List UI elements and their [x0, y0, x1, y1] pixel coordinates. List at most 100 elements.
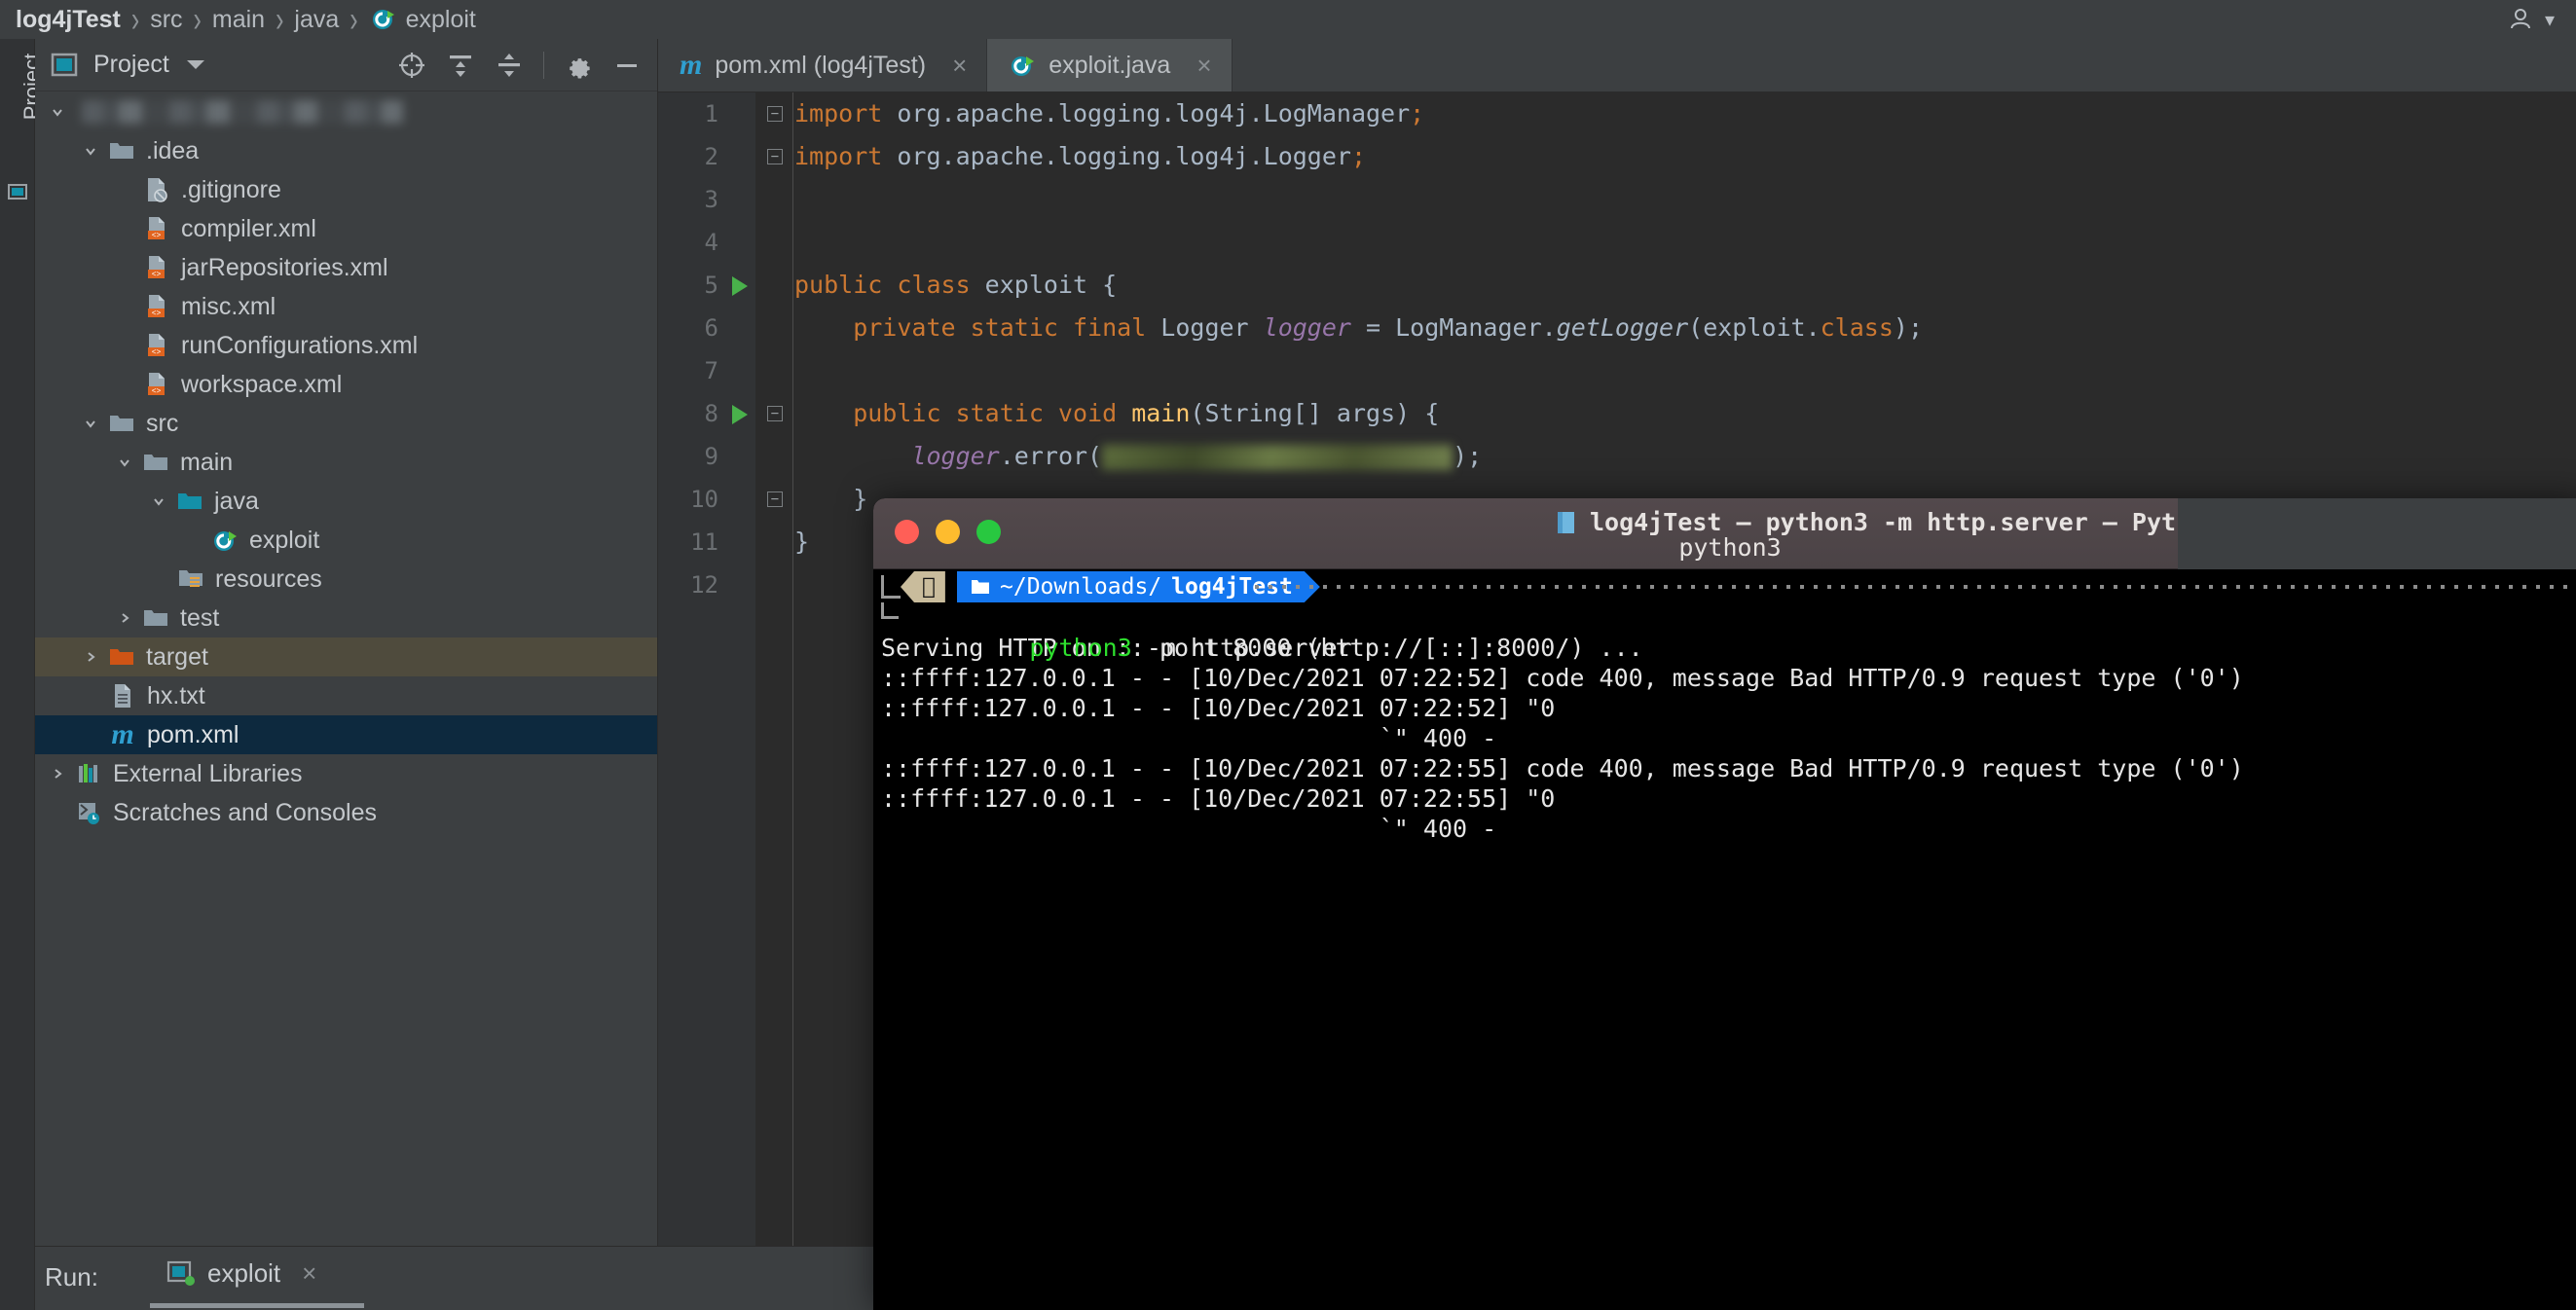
- close-icon[interactable]: ×: [302, 1258, 316, 1289]
- xml-file-icon: <>: [142, 216, 171, 241]
- svg-text:<>: <>: [152, 271, 162, 279]
- terminal-output-line: ::ffff:127.0.0.1 - - [10/Dec/2021 07:22:…: [881, 784, 1556, 813]
- tree-row-misc-xml[interactable]: <> misc.xml: [35, 287, 657, 326]
- account-icon[interactable]: [2510, 7, 2539, 32]
- code-text: import org.apache.logging.log4j.Logger;: [794, 135, 1366, 178]
- tree-row-jarrepositories-xml[interactable]: <> jarRepositories.xml: [35, 248, 657, 287]
- tree-row-hx-txt[interactable]: hx.txt: [35, 676, 657, 715]
- tree-row-main[interactable]: main: [35, 443, 657, 482]
- terminal-window[interactable]: log4jTest — python3 -m http.server — Pyt…: [873, 498, 2576, 1310]
- twisty-collapsed-icon[interactable]: [74, 649, 107, 665]
- java-class-icon: [372, 10, 394, 29]
- breadcrumb-log4jtest[interactable]: log4jTest: [16, 6, 121, 34]
- tree-label: java: [214, 487, 259, 515]
- excluded-folder-icon: [107, 646, 136, 668]
- run-configuration-icon: [166, 1260, 195, 1286]
- run-label: Run:: [45, 1262, 98, 1292]
- tree-row-src[interactable]: src: [35, 404, 657, 443]
- twisty-expanded-icon[interactable]: [74, 143, 107, 159]
- tree-row-root-redacted[interactable]: [35, 92, 657, 131]
- tree-row-workspace-xml[interactable]: <> workspace.xml: [35, 365, 657, 404]
- close-icon[interactable]: ×: [1196, 51, 1211, 81]
- code-token: (String[] args) {: [1190, 399, 1440, 427]
- tab-exploit-java[interactable]: exploit.java ×: [987, 39, 1233, 91]
- run-tab-exploit[interactable]: exploit ×: [166, 1258, 316, 1289]
- code-text: public static void main(String[] args) {: [794, 392, 1439, 435]
- fold-marker-icon[interactable]: −: [767, 106, 783, 122]
- breadcrumb-exploit[interactable]: exploit: [406, 6, 476, 34]
- tree-row-scratches-and-consoles[interactable]: Scratches and Consoles: [35, 793, 657, 832]
- terminal-output: Serving HTTP on :: port 8000 (http://[::…: [873, 633, 2576, 844]
- tab-pom-xml[interactable]: m pom.xml (log4jTest) ×: [658, 39, 988, 91]
- tree-label: External Libraries: [113, 759, 303, 787]
- project-view-icon: [51, 53, 78, 76]
- tree-row-external-libraries[interactable]: External Libraries: [35, 754, 657, 793]
- project-tree[interactable]: .idea .gitignore <> compiler.xml <> jarR…: [35, 92, 657, 1246]
- chevron-down-icon[interactable]: [186, 60, 204, 69]
- tab-label: pom.xml (log4jTest): [715, 51, 927, 79]
- folder-icon: [141, 452, 170, 473]
- maven-file-icon: m: [680, 49, 703, 81]
- tree-label: misc.xml: [181, 292, 276, 320]
- run-gutter-icon[interactable]: [732, 276, 748, 296]
- tree-label: src: [146, 409, 179, 437]
- tree-row-gitignore[interactable]: .gitignore: [35, 170, 657, 209]
- terminal-prompt-line:  ~/Downloads/log4jTest: [873, 571, 2576, 602]
- code-token: public static void: [794, 399, 1132, 427]
- title-bar-occluder: [2178, 498, 2576, 569]
- tree-row-java[interactable]: java: [35, 482, 657, 521]
- tree-label: jarRepositories.xml: [181, 253, 388, 281]
- tree-label: hx.txt: [147, 681, 205, 710]
- tree-label: target: [146, 642, 208, 671]
- gear-icon[interactable]: [564, 51, 593, 80]
- maven-file-icon: m: [111, 718, 134, 750]
- line-number: 8: [704, 400, 718, 427]
- twisty-expanded-icon[interactable]: [108, 455, 141, 470]
- terminal-body[interactable]:  ~/Downloads/log4jTest python3 -m http.…: [873, 569, 2576, 1310]
- close-icon[interactable]: ×: [952, 51, 967, 81]
- tree-row-target[interactable]: target: [35, 637, 657, 676]
- run-gutter-icon[interactable]: [732, 405, 748, 424]
- fold-marker-icon[interactable]: −: [767, 491, 783, 507]
- tree-row-compiler-xml[interactable]: <> compiler.xml: [35, 209, 657, 248]
- twisty-collapsed-icon[interactable]: [41, 766, 74, 782]
- terminal-title-bar[interactable]: log4jTest — python3 -m http.server — Pyt…: [873, 498, 2576, 569]
- terminal-output-line: ::ffff:127.0.0.1 - - [10/Dec/2021 07:22:…: [881, 754, 2244, 782]
- fold-marker-icon[interactable]: −: [767, 149, 783, 164]
- code-line: 1 − import org.apache.logging.log4j.LogMan…: [658, 92, 2576, 135]
- breadcrumb-main[interactable]: main: [212, 6, 265, 34]
- expand-all-icon[interactable]: [446, 51, 475, 80]
- line-number: 9: [704, 443, 718, 470]
- breadcrumb-bar: log4jTest › src › main › java › exploit …: [0, 0, 2576, 39]
- redacted-string-literal: [1102, 445, 1454, 470]
- tree-row-runconfigurations-xml[interactable]: <> runConfigurations.xml: [35, 326, 657, 365]
- tree-row-idea[interactable]: .idea: [35, 131, 657, 170]
- code-token: private static final: [794, 313, 1161, 342]
- fold-marker-icon[interactable]: −: [767, 406, 783, 421]
- code-token: org.apache.logging.log4j.Logger: [897, 142, 1351, 170]
- code-token: }: [794, 528, 810, 556]
- tree-row-test[interactable]: test: [35, 599, 657, 637]
- twisty-collapsed-icon[interactable]: [41, 104, 74, 120]
- chevron-down-icon[interactable]: ▾: [2545, 8, 2555, 32]
- twisty-collapsed-icon[interactable]: [108, 610, 141, 626]
- twisty-expanded-icon[interactable]: [74, 416, 107, 431]
- locate-icon[interactable]: [397, 51, 426, 80]
- navbar-right-controls: ▾: [2510, 0, 2555, 39]
- breadcrumb-java[interactable]: java: [294, 6, 339, 34]
- terminal-output-line: `" 400 -: [881, 724, 1497, 752]
- editor-tab-bar: m pom.xml (log4jTest) × exploit.java ×: [658, 39, 2576, 92]
- project-structure-icon[interactable]: [8, 183, 27, 200]
- tree-row-exploit[interactable]: exploit: [35, 521, 657, 560]
- code-line: 3: [658, 178, 2576, 221]
- folder-icon: [971, 578, 990, 596]
- folder-badge-icon: [1558, 511, 1574, 533]
- twisty-expanded-icon[interactable]: [142, 493, 175, 509]
- breadcrumb-src[interactable]: src: [150, 6, 182, 34]
- collapse-all-icon[interactable]: [495, 51, 524, 80]
- tree-row-resources[interactable]: resources: [35, 560, 657, 599]
- tree-label: resources: [215, 564, 322, 593]
- java-class-icon: [210, 527, 239, 554]
- tree-row-pom-xml[interactable]: m pom.xml: [35, 715, 657, 754]
- minimize-icon[interactable]: [612, 51, 642, 80]
